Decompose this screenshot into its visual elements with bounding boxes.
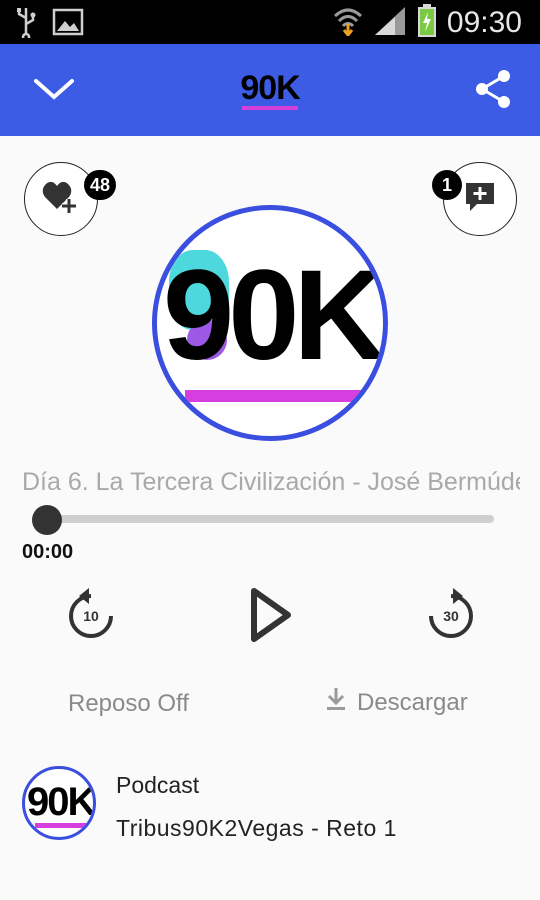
forward-icon: 30	[429, 588, 473, 638]
podcast-thumbnail[interactable]: 90K	[22, 766, 96, 840]
podcast-thumb-text: 90K	[27, 780, 95, 824]
comments-count-badge: 1	[432, 170, 462, 200]
chevron-down-icon	[32, 75, 76, 107]
app-logo: 90K	[240, 69, 301, 112]
wifi-icon	[333, 6, 363, 40]
battery-charging-icon	[417, 4, 437, 42]
collapse-button[interactable]	[24, 66, 84, 116]
episode-artwork: 90K	[152, 205, 388, 441]
elapsed-time: 00:00	[22, 541, 74, 563]
seek-thumb[interactable]	[32, 505, 62, 535]
usb-icon	[14, 6, 38, 42]
status-time: 09:30	[446, 6, 522, 39]
download-label: Descargar	[357, 688, 468, 716]
download-button[interactable]: Descargar	[325, 686, 468, 719]
play-button[interactable]	[240, 582, 300, 648]
rewind-icon: 10	[69, 588, 113, 638]
download-icon	[325, 686, 347, 719]
signal-icon	[373, 5, 407, 41]
forward-button[interactable]: 30	[418, 583, 484, 649]
episode-title: Día 6. La Tercera Civilización - José Be…	[22, 468, 520, 496]
rewind-button[interactable]: 10	[58, 583, 124, 649]
share-button[interactable]	[466, 66, 520, 116]
forward-seconds: 30	[443, 608, 459, 624]
podcast-thumb-stripe	[35, 823, 89, 828]
podcast-name[interactable]: Tribus90K2Vegas - Reto 1	[116, 815, 397, 842]
favorites-count-badge: 48	[84, 170, 117, 200]
artwork-logo-text: 90K	[163, 244, 383, 387]
logo-underline	[242, 106, 298, 110]
sleep-timer-label: Reposo Off	[68, 690, 189, 717]
status-bar: 09:30	[0, 0, 540, 44]
rewind-seconds: 10	[83, 608, 99, 624]
add-favorite-button[interactable]	[24, 162, 98, 236]
image-icon	[52, 8, 84, 40]
app-bar: 90K	[0, 44, 540, 136]
heart-plus-icon	[41, 179, 81, 219]
sleep-timer-button[interactable]: Reposo Off	[68, 690, 189, 718]
play-icon	[251, 588, 291, 642]
seek-bar[interactable]	[46, 515, 494, 523]
share-icon	[473, 68, 513, 114]
comment-plus-icon	[463, 180, 497, 218]
podcast-label: Podcast	[116, 772, 200, 798]
logo-text: 90K	[240, 69, 300, 107]
artwork-stripe	[185, 390, 383, 402]
